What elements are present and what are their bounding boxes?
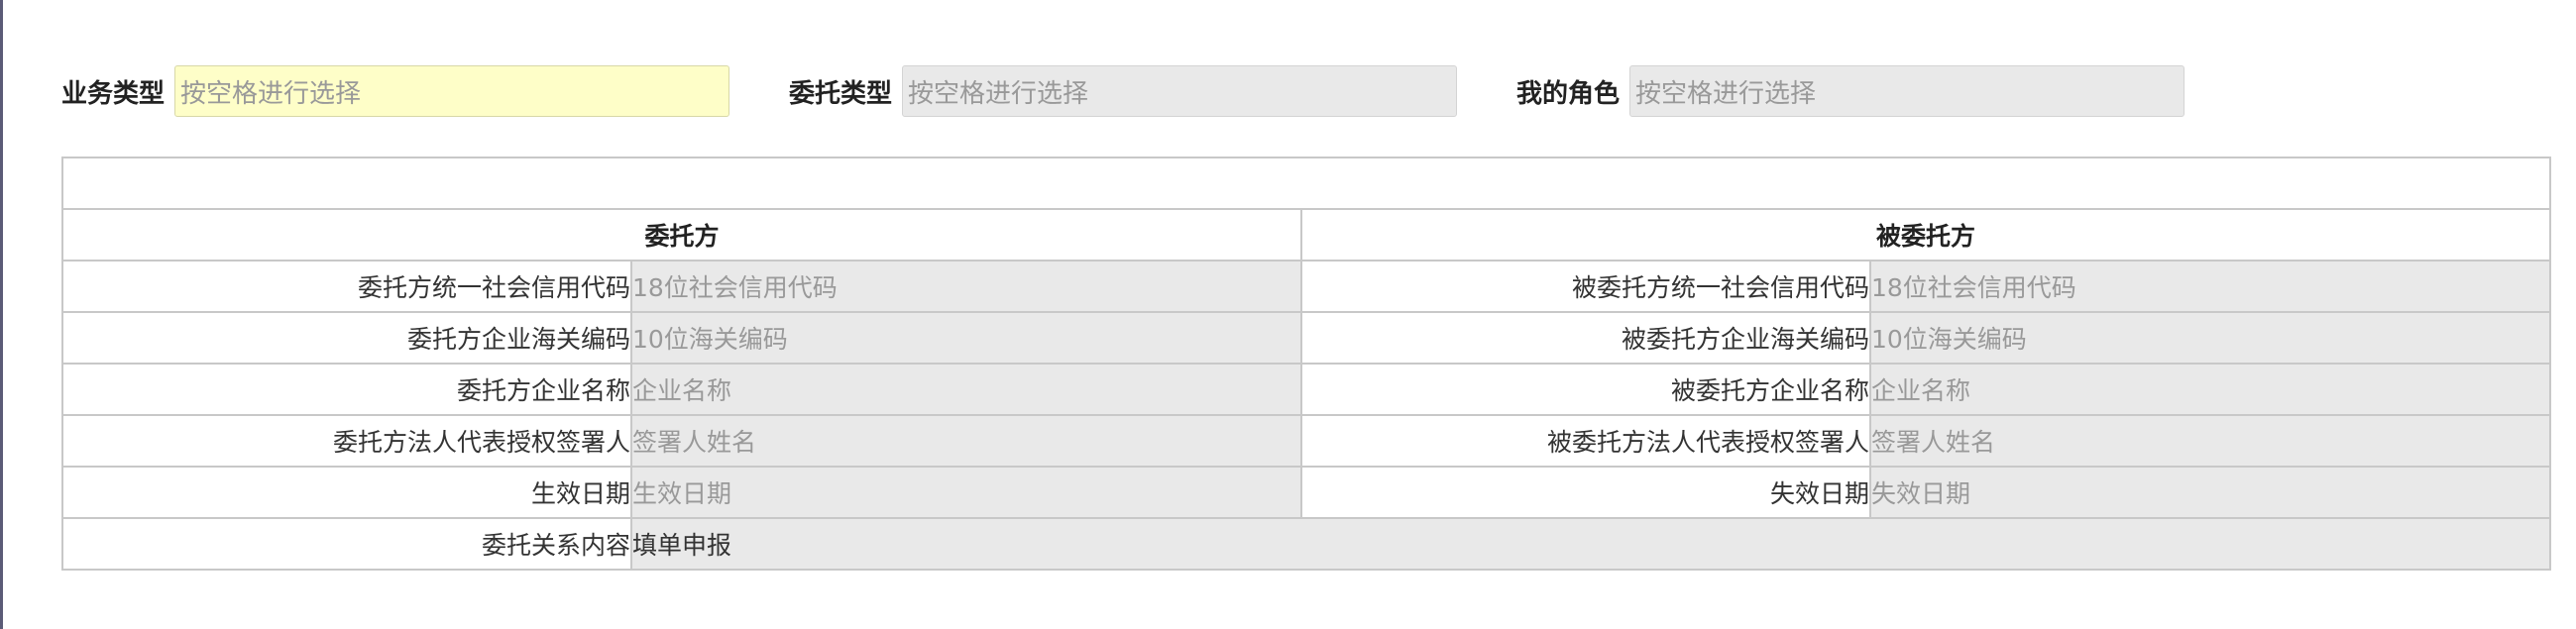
entrust-type-input[interactable]: 按空格进行选择 <box>902 65 1458 117</box>
left-border <box>0 0 3 629</box>
effective-date-field[interactable]: 生效日期 <box>630 466 1302 519</box>
my-role-input[interactable]: 按空格进行选择 <box>1629 65 2185 117</box>
principal-credit-code-label: 委托方统一社会信用代码 <box>61 260 632 313</box>
business-type-filter: 业务类型 按空格进行选择 <box>61 65 730 117</box>
principal-customs-code-field[interactable]: 10位海关编码 <box>630 311 1302 365</box>
agent-credit-code-field[interactable]: 18位社会信用代码 <box>1869 260 2551 313</box>
relation-content-label: 委托关系内容 <box>61 517 632 571</box>
business-type-label: 业务类型 <box>61 78 166 109</box>
filter-bar: 业务类型 按空格进行选择 委托类型 按空格进行选择 我的角色 按空格进行选择 <box>61 65 2185 117</box>
table-row: 委托方企业名称 企业名称 被委托方企业名称 企业名称 <box>61 363 2551 416</box>
agent-customs-code-field[interactable]: 10位海关编码 <box>1869 311 2551 365</box>
agent-company-name-label: 被委托方企业名称 <box>1300 363 1871 416</box>
blank-cell <box>61 157 2551 210</box>
agent-company-name-field[interactable]: 企业名称 <box>1869 363 2551 416</box>
relation-content-field[interactable]: 填单申报 <box>630 517 2551 571</box>
principal-company-name-field[interactable]: 企业名称 <box>630 363 1302 416</box>
agent-header: 被委托方 <box>1300 208 2551 262</box>
table-row: 委托方法人代表授权签署人 签署人姓名 被委托方法人代表授权签署人 签署人姓名 <box>61 414 2551 468</box>
my-role-filter: 我的角色 按空格进行选择 <box>1516 65 2185 117</box>
entrust-type-filter: 委托类型 按空格进行选择 <box>789 65 1458 117</box>
agent-signatory-field[interactable]: 签署人姓名 <box>1869 414 2551 468</box>
agent-signatory-label: 被委托方法人代表授权签署人 <box>1300 414 1871 468</box>
principal-header: 委托方 <box>61 208 1302 262</box>
expiry-date-field[interactable]: 失效日期 <box>1869 466 2551 519</box>
entrust-type-label: 委托类型 <box>789 78 893 109</box>
table-row: 委托方企业海关编码 10位海关编码 被委托方企业海关编码 10位海关编码 <box>61 311 2551 365</box>
table-row: 委托方统一社会信用代码 18位社会信用代码 被委托方统一社会信用代码 18位社会… <box>61 260 2551 313</box>
my-role-label: 我的角色 <box>1516 78 1621 109</box>
principal-credit-code-field[interactable]: 18位社会信用代码 <box>630 260 1302 313</box>
principal-signatory-field[interactable]: 签署人姓名 <box>630 414 1302 468</box>
principal-customs-code-label: 委托方企业海关编码 <box>61 311 632 365</box>
agent-customs-code-label: 被委托方企业海关编码 <box>1300 311 1871 365</box>
effective-date-label: 生效日期 <box>61 466 632 519</box>
table-row: 生效日期 生效日期 失效日期 失效日期 <box>61 466 2551 519</box>
principal-company-name-label: 委托方企业名称 <box>61 363 632 416</box>
entrust-relation-table: 委托方 被委托方 委托方统一社会信用代码 18位社会信用代码 被委托方统一社会信… <box>61 157 2551 571</box>
expiry-date-label: 失效日期 <box>1300 466 1871 519</box>
table-header-row: 委托方 被委托方 <box>61 208 2551 262</box>
principal-signatory-label: 委托方法人代表授权签署人 <box>61 414 632 468</box>
table-row: 委托关系内容 填单申报 <box>61 517 2551 571</box>
business-type-input[interactable]: 按空格进行选择 <box>174 65 730 117</box>
table-blank-row <box>61 157 2551 210</box>
agent-credit-code-label: 被委托方统一社会信用代码 <box>1300 260 1871 313</box>
